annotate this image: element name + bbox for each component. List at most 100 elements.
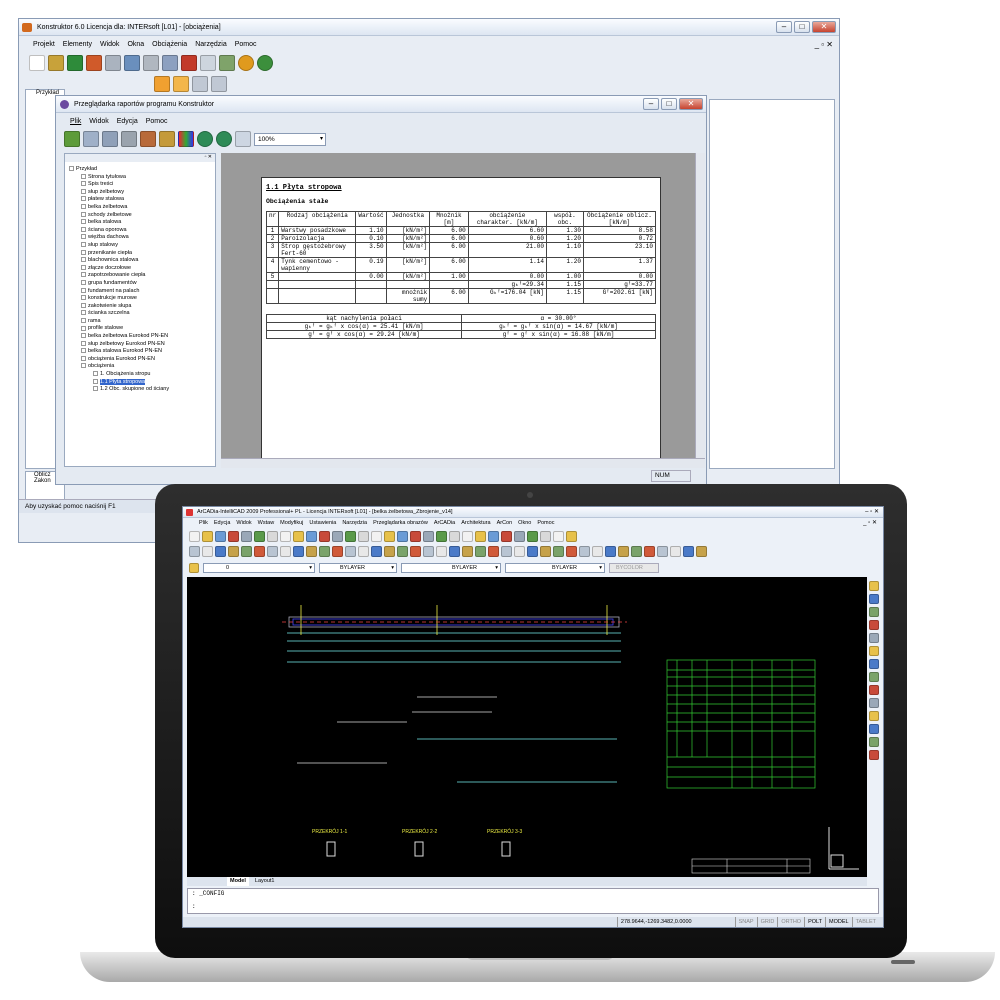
maximize-button[interactable]: □ (794, 21, 810, 33)
side-tool-icon[interactable] (869, 594, 879, 604)
module-icon[interactable] (173, 76, 189, 92)
layer-icon[interactable] (189, 563, 199, 573)
menu-pomoc[interactable]: Pomoc (146, 115, 168, 129)
toolbar-button-icon[interactable] (254, 546, 265, 557)
toolbar-button-icon[interactable] (449, 531, 460, 542)
report-icon[interactable] (83, 131, 99, 147)
side-tool-icon[interactable] (869, 620, 879, 630)
status-polt[interactable]: POLT (804, 917, 825, 927)
horizontal-scrollbar[interactable] (221, 458, 705, 468)
toolbar-button-icon[interactable] (501, 531, 512, 542)
open-icon[interactable] (64, 131, 80, 147)
table-icon[interactable] (219, 55, 235, 71)
arcadia-menu-item[interactable]: Widok (236, 518, 251, 528)
toolbar-button-icon[interactable] (527, 546, 538, 557)
toolbar-button-icon[interactable] (384, 546, 395, 557)
menu-widok[interactable]: Widok (100, 38, 119, 52)
tree-item[interactable]: belka żelbetowa (65, 204, 215, 212)
toolbar-button-icon[interactable] (371, 546, 382, 557)
toolbar-button-icon[interactable] (462, 546, 473, 557)
toolbar-button-icon[interactable] (488, 531, 499, 542)
tree-item[interactable]: ściana oporowa (65, 227, 215, 235)
toolbar-button-icon[interactable] (670, 546, 681, 557)
toolbar-button-icon[interactable] (280, 531, 291, 542)
linetype-select[interactable]: BYLAYER ▾ (401, 563, 501, 573)
toolbar-button-icon[interactable] (475, 546, 486, 557)
arcadia-menu-item[interactable]: Narzędzia (342, 518, 367, 528)
toolbar-button-icon[interactable] (618, 546, 629, 557)
toolbar-button-icon[interactable] (280, 546, 291, 557)
plotstyle-select[interactable]: BYCOLOR (609, 563, 659, 573)
arcadia-menu-item[interactable]: Plik (199, 518, 208, 528)
command-line[interactable]: : _CONFIG : (187, 888, 879, 914)
print-icon[interactable] (105, 55, 121, 71)
tree-item[interactable]: ścianka szczelna (65, 310, 215, 318)
toolbar-button-icon[interactable] (267, 531, 278, 542)
toolbar-button-icon[interactable] (592, 546, 603, 557)
toolbar-button-icon[interactable] (371, 531, 382, 542)
tree-item[interactable]: grupa fundamentów (65, 280, 215, 288)
arcadia-menu-item[interactable]: Okno (518, 518, 531, 528)
toolbar-button-icon[interactable] (319, 531, 330, 542)
toolbar-button-icon[interactable] (397, 531, 408, 542)
side-tool-icon[interactable] (869, 607, 879, 617)
tree-item[interactable]: belka stalowa (65, 219, 215, 227)
toolbar-button-icon[interactable] (605, 546, 616, 557)
tree-item[interactable]: belka stalowa Eurokod PN-EN (65, 348, 215, 356)
fit-page-icon[interactable] (235, 131, 251, 147)
side-tool-icon[interactable] (869, 711, 879, 721)
save-icon[interactable] (86, 55, 102, 71)
toolbar-button-icon[interactable] (306, 546, 317, 557)
side-tool-icon[interactable] (869, 737, 879, 747)
menu-pomoc[interactable]: Pomoc (235, 38, 257, 52)
mdi-controls[interactable]: _ ▫ ✕ (815, 40, 833, 49)
arcadia-menu-item[interactable]: Modyfikuj (280, 518, 303, 528)
toolbar-button-icon[interactable] (241, 531, 252, 542)
tree-item[interactable]: blachownica stalowa (65, 257, 215, 265)
toolbar-button-icon[interactable] (436, 546, 447, 557)
toolbar-button-icon[interactable] (202, 531, 213, 542)
toolbar-button-icon[interactable] (657, 546, 668, 557)
arcadia-menu-item[interactable]: Edycja (214, 518, 231, 528)
report-icon[interactable] (124, 55, 140, 71)
minimize-button[interactable]: – (643, 98, 659, 110)
toolbar-button-icon[interactable] (462, 531, 473, 542)
tree-item[interactable]: schody żelbetowe (65, 212, 215, 220)
module-icon[interactable] (211, 76, 227, 92)
color-select[interactable]: BYLAYER ▾ (319, 563, 397, 573)
close-button[interactable]: ✕ (679, 98, 703, 110)
toolbar-button-icon[interactable] (358, 531, 369, 542)
tree-item[interactable]: Przykład (65, 166, 215, 174)
arcadia-menu-item[interactable]: Wstaw (258, 518, 275, 528)
tree-item[interactable]: słup żelbetowy Eurokod PN-EN (65, 341, 215, 349)
menu-okna[interactable]: Okna (127, 38, 144, 52)
toolbar-button-icon[interactable] (501, 546, 512, 557)
toolbar-button-icon[interactable] (631, 546, 642, 557)
side-tool-icon[interactable] (869, 685, 879, 695)
tree-item[interactable]: słup stalowy (65, 242, 215, 250)
toolbar-button-icon[interactable] (228, 531, 239, 542)
toolbar-button-icon[interactable] (553, 546, 564, 557)
toolbar-button-icon[interactable] (488, 546, 499, 557)
maximize-button[interactable]: □ (661, 98, 677, 110)
close-button[interactable]: ✕ (812, 21, 836, 33)
arcadia-menu-item[interactable]: Przeglądarka obrazów (373, 518, 428, 528)
side-tool-icon[interactable] (869, 724, 879, 734)
toolbar-button-icon[interactable] (293, 546, 304, 557)
tree-item[interactable]: obciążenia (65, 363, 215, 371)
status-grid[interactable]: GRID (756, 917, 778, 927)
zoom-out-icon[interactable] (216, 131, 232, 147)
export-icon[interactable] (143, 55, 159, 71)
toolbar-button-icon[interactable] (683, 546, 694, 557)
print-icon[interactable] (121, 131, 137, 147)
toolbar-button-icon[interactable] (514, 546, 525, 557)
toolbar-button-icon[interactable] (410, 546, 421, 557)
toolbar-button-icon[interactable] (644, 546, 655, 557)
toolbar-button-icon[interactable] (306, 531, 317, 542)
lineweight-select[interactable]: BYLAYER ▾ (505, 563, 605, 573)
menu-projekt[interactable]: Projekt (33, 38, 55, 52)
toolbar-button-icon[interactable] (241, 546, 252, 557)
arcadia-menu-item[interactable]: ArCon (497, 518, 513, 528)
toolbar-button-icon[interactable] (514, 531, 525, 542)
tree-item[interactable]: konstrukcje murowe (65, 295, 215, 303)
